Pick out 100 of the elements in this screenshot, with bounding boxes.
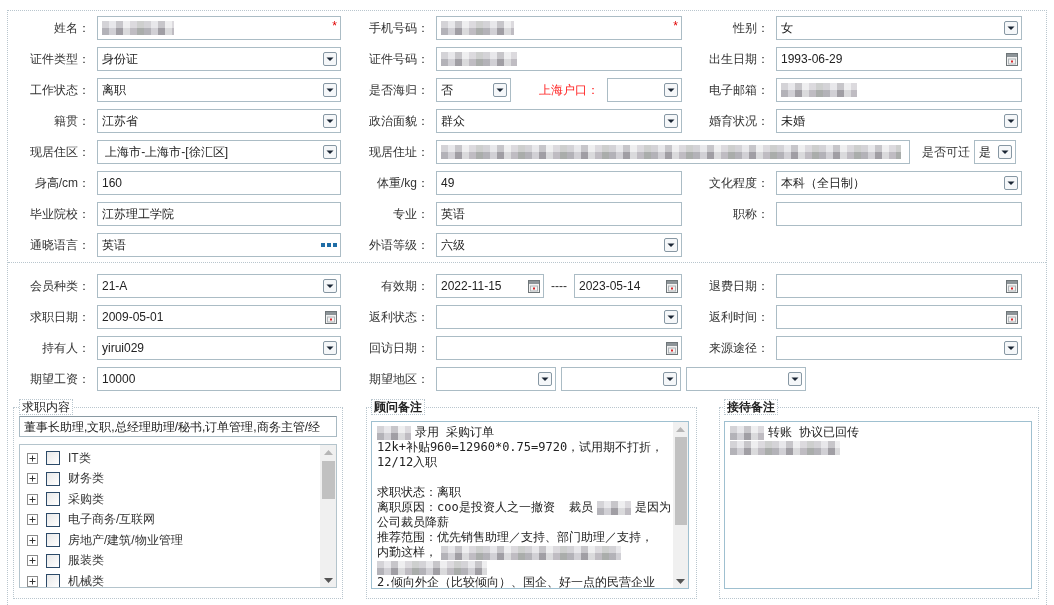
- calendar-icon[interactable]: [666, 279, 678, 293]
- category-label[interactable]: IT类: [68, 449, 91, 467]
- category-label[interactable]: 机械类: [68, 572, 104, 587]
- dropdown[interactable]: 是: [974, 140, 1016, 164]
- calendar-icon[interactable]: [666, 341, 678, 355]
- text-field[interactable]: 160: [97, 171, 341, 195]
- note-text: 12/12入职: [377, 455, 438, 470]
- checkbox[interactable]: [46, 471, 60, 486]
- text-field[interactable]: *: [436, 16, 682, 40]
- scrollbar[interactable]: [320, 445, 336, 587]
- field-label: 工作状态：: [30, 81, 91, 99]
- more-icon[interactable]: [321, 243, 337, 247]
- expand-icon[interactable]: [27, 534, 38, 546]
- field-label: 姓名：: [54, 19, 91, 37]
- text-field[interactable]: [436, 47, 682, 71]
- category-label[interactable]: 服装类: [68, 552, 104, 570]
- text-field[interactable]: 江苏理工学院: [97, 202, 341, 226]
- field-label: 证件号码：: [369, 50, 430, 68]
- dropdown[interactable]: 21-A: [97, 274, 341, 298]
- dropdown[interactable]: 六级: [436, 233, 682, 257]
- text-field[interactable]: 49: [436, 171, 682, 195]
- calendar-icon[interactable]: [325, 310, 337, 324]
- text-field[interactable]: [776, 202, 1022, 226]
- dropdown[interactable]: 身份证: [97, 47, 341, 71]
- date-field[interactable]: 1993-06-29: [776, 47, 1022, 71]
- dropdown[interactable]: 群众: [436, 109, 682, 133]
- note-text: 12k+补贴960=12960*0.75=9720，试用期不打折，: [377, 440, 664, 455]
- date-field[interactable]: 2009-05-01: [97, 305, 341, 329]
- category-label[interactable]: 财务类: [68, 470, 104, 488]
- notes-area[interactable]: 录用 采购订单 12k+补贴960=12960*0.75=9720，试用期不打折， 12/12入职 求职状态：离职 离职原因：coo是投资人之一撤资 裁员 是因为 公司裁员降薪 推荐范围：优先销售助理／支持、部门助理／支持， 内勤这样， 2.倾向外企（比较倾向）、国企、好一点的民营企业: [371, 421, 690, 589]
- field-label: 证件类型：: [30, 50, 91, 68]
- category-label[interactable]: 电子商务/互联网: [68, 511, 156, 529]
- text-field[interactable]: 英语: [436, 202, 682, 226]
- field-label: 持有人：: [42, 339, 91, 357]
- field-label: 职称：: [733, 205, 770, 223]
- scroll-down-icon[interactable]: [323, 578, 333, 583]
- calendar-icon[interactable]: [1006, 310, 1018, 324]
- field-label: 外语等级：: [369, 236, 430, 254]
- note-text: 内勤这样，: [377, 545, 437, 560]
- scroll-down-icon[interactable]: [676, 579, 686, 584]
- expand-icon[interactable]: [27, 514, 38, 526]
- text-field[interactable]: *: [97, 16, 341, 40]
- field-label: 现居住区：: [30, 143, 91, 161]
- field-label: 籍贯：: [54, 112, 91, 130]
- note-text: 离职原因：coo是投资人之一撤资 裁员: [377, 500, 594, 515]
- date-field[interactable]: [776, 274, 1022, 298]
- date-field[interactable]: [436, 336, 682, 360]
- checkbox[interactable]: [46, 533, 60, 548]
- field-label: 婚育状况：: [709, 112, 770, 130]
- field-label: 通晓语言：: [30, 236, 91, 254]
- note-text: 求职状态：离职: [377, 485, 461, 500]
- calendar-icon[interactable]: [528, 279, 540, 293]
- scrollbar-thumb[interactable]: [321, 461, 335, 499]
- category-label[interactable]: 房地产/建筑/物业管理: [68, 531, 183, 549]
- scrollbar-thumb[interactable]: [674, 437, 687, 525]
- expand-icon[interactable]: [27, 473, 38, 485]
- group-title: 顾问备注: [371, 399, 425, 415]
- dropdown[interactable]: 女: [776, 16, 1022, 40]
- note-text: 录用 采购订单: [415, 425, 495, 440]
- calendar-icon[interactable]: [1006, 279, 1018, 293]
- dropdown[interactable]: 离职: [97, 78, 341, 102]
- field-label: 期望工资：: [30, 370, 91, 388]
- checkbox[interactable]: [46, 512, 60, 527]
- text-field[interactable]: [776, 78, 1022, 102]
- lookup-field[interactable]: 英语: [97, 233, 341, 257]
- required-mark: *: [673, 19, 678, 33]
- checkbox[interactable]: [46, 574, 60, 587]
- notes-area[interactable]: 转账 协议已回传: [724, 421, 1033, 589]
- expand-icon[interactable]: [27, 555, 38, 567]
- checkbox[interactable]: [46, 451, 60, 466]
- dropdown[interactable]: 否: [436, 78, 511, 102]
- expand-icon[interactable]: [27, 575, 38, 587]
- dropdown[interactable]: 上海市-上海市-[徐汇区]: [97, 140, 341, 164]
- selection-field[interactable]: 董事长助理,文职,总经理助理/秘书,订单管理,商务主管/经: [19, 416, 337, 437]
- calendar-icon[interactable]: [1006, 52, 1018, 66]
- field-label: 回访日期：: [369, 339, 430, 357]
- dropdown[interactable]: 江苏省: [97, 109, 341, 133]
- note-text: 公司裁员降薪: [377, 515, 449, 530]
- scrollbar[interactable]: [673, 422, 689, 588]
- category-label[interactable]: 采购类: [68, 490, 104, 508]
- field-label: 文化程度：: [709, 174, 770, 192]
- dropdown[interactable]: 本科（全日制）: [776, 171, 1022, 195]
- text-field[interactable]: 10000: [97, 367, 341, 391]
- field-label: 毕业院校：: [30, 205, 91, 223]
- date-field[interactable]: [776, 305, 1022, 329]
- text-field[interactable]: [436, 140, 910, 164]
- checkbox[interactable]: [46, 553, 60, 568]
- expand-icon[interactable]: [27, 452, 38, 464]
- field-label: 出生日期：: [709, 50, 770, 68]
- group-title: 接待备注: [724, 399, 779, 415]
- date-field[interactable]: 2022-11-15: [436, 274, 544, 298]
- note-text: 推荐范围：优先销售助理／支持、部门助理／支持，: [377, 530, 653, 545]
- field-label: 专业：: [393, 205, 430, 223]
- dropdown[interactable]: 未婚: [776, 109, 1022, 133]
- date-field[interactable]: 2023-05-14: [574, 274, 682, 298]
- checkbox[interactable]: [46, 492, 60, 507]
- field-label: 手机号码：: [369, 19, 430, 37]
- field-label: 上海户口：: [539, 81, 599, 99]
- expand-icon[interactable]: [27, 493, 38, 505]
- dropdown[interactable]: yirui029: [97, 336, 341, 360]
